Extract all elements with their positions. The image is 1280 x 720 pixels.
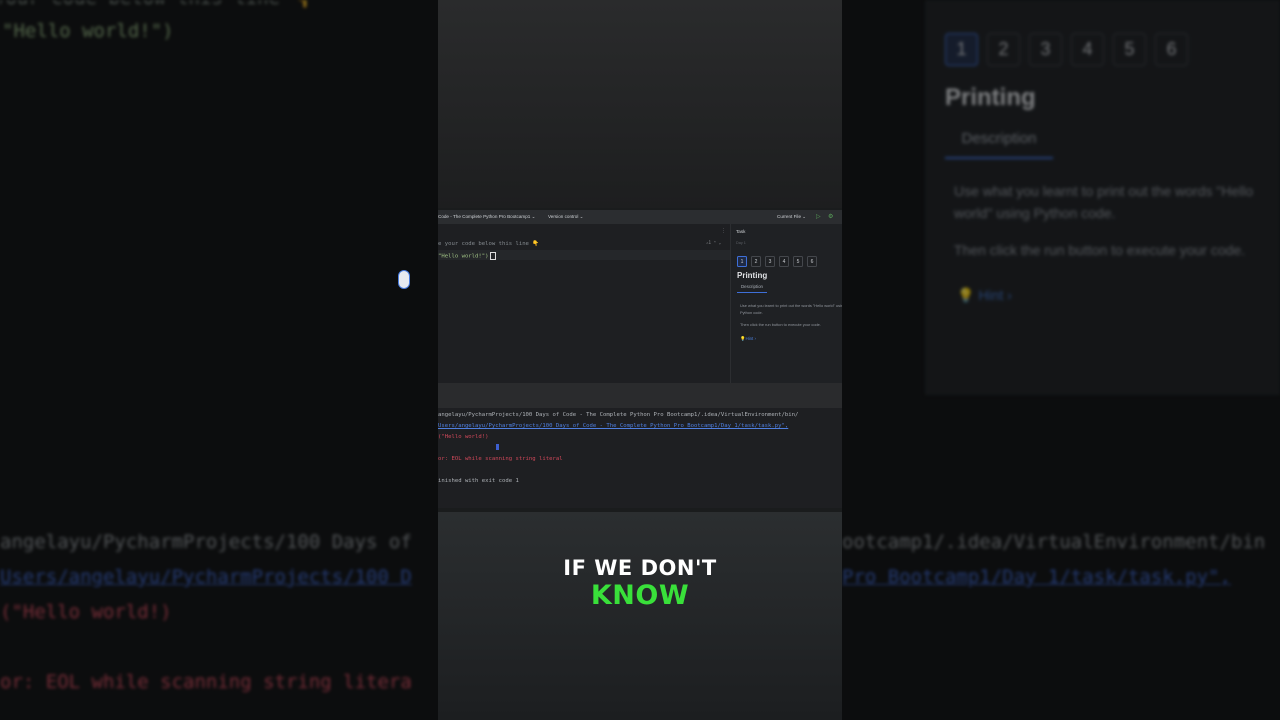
bg-description-p2: Then click the run button to execute you… <box>954 242 1246 258</box>
task-day-label: Day 1 <box>736 241 746 245</box>
task-tabs: 1 2 3 4 5 6 <box>737 256 817 267</box>
bg-task-tab-2: 2 <box>987 33 1020 66</box>
version-control-menu[interactable]: Version control ⌄ <box>548 214 584 220</box>
bg-task-title: Printing <box>945 84 1036 111</box>
bg-task-tab-5: 5 <box>1113 33 1146 66</box>
ide-window: Code - The Complete Python Pro Bootcamp1… <box>438 210 842 508</box>
text-cursor <box>489 252 496 260</box>
video-column: Code - The Complete Python Pro Bootcamp1… <box>438 0 842 720</box>
bg-terminal-line: or: EOL while scanning string litera <box>0 671 412 693</box>
task-panel: Task Day 1 1 2 3 4 5 6 Printing Descript… <box>730 224 842 383</box>
code-text: "Hello world!") <box>438 253 489 260</box>
project-selector[interactable]: Code - The Complete Python Pro Bootcamp1… <box>438 214 535 220</box>
task-tab-2[interactable]: 2 <box>751 256 761 267</box>
bg-hint: 💡 Hint › <box>957 287 1012 303</box>
caret-marker <box>496 444 499 450</box>
bg-terminal-line: angelayu/PycharmProjects/100 Days of <box>0 531 412 553</box>
bg-task-tab-1: 1 <box>945 33 978 66</box>
editor-code-line: "Hello world!") <box>438 252 496 260</box>
code-editor[interactable]: ⋮ e your code below this line 👇 ⚠1 ⌃ ⌄ "… <box>438 224 730 383</box>
task-tab-4[interactable]: 4 <box>779 256 789 267</box>
assistant-bubble-icon[interactable] <box>398 270 410 289</box>
task-tab-6[interactable]: 6 <box>807 256 817 267</box>
bg-terminal-line: Pro Bootcamp1/Day 1/task/task.py", <box>842 566 1231 588</box>
panel-divider <box>438 383 842 408</box>
bg-task-tab-4: 4 <box>1071 33 1104 66</box>
bg-task-tabs: 1 2 3 4 5 6 <box>945 33 1188 66</box>
bg-code-line: "Hello world!") <box>2 20 174 42</box>
task-tab-1[interactable]: 1 <box>737 256 747 267</box>
console-error: or: EOL while scanning string literal <box>438 456 563 462</box>
console-file-link[interactable]: Users/angelayu/PycharmProjects/100 Days … <box>438 423 788 429</box>
bg-code-text: "Hello world!") <box>2 20 174 42</box>
run-config-selector[interactable]: Current File ⌄ <box>777 214 806 220</box>
task-tab-5[interactable]: 5 <box>793 256 803 267</box>
bg-terminal-line: ("Hello world!) <box>0 601 172 623</box>
task-description-p1: Use what you learnt to print out the wor… <box>740 303 842 315</box>
more-icon[interactable]: ⋮ <box>721 228 726 234</box>
ide-toolbar: Code - The Complete Python Pro Bootcamp1… <box>438 210 842 224</box>
caption-line-2: KNOW <box>590 580 690 611</box>
console-line: ("Hello world!) <box>438 434 489 440</box>
run-icon[interactable]: ▷ <box>816 213 821 220</box>
bg-task-tab-6: 6 <box>1155 33 1188 66</box>
hint-link[interactable]: 💡Hint › <box>740 336 756 342</box>
bg-task-tab-3: 3 <box>1029 33 1062 66</box>
bg-description-p1: Use what you learnt to print out the wor… <box>954 183 1254 221</box>
console-exit: inished with exit code 1 <box>438 478 519 484</box>
task-description-p2: Then click the run button to execute you… <box>740 322 821 327</box>
task-tab-3[interactable]: 3 <box>765 256 775 267</box>
column-bottom-blank <box>438 512 842 720</box>
task-title: Printing <box>737 271 768 280</box>
console-line: angelayu/PycharmProjects/100 Days of Cod… <box>438 412 799 418</box>
editor-comment: e your code below this line 👇 <box>438 241 540 247</box>
task-panel-header: Task <box>736 229 746 234</box>
bg-description-tab: Description <box>945 130 1053 159</box>
bg-terminal-right: ootcamp1/.idea/VirtualEnvironment/bin Pr… <box>842 525 1265 595</box>
bg-code-comment: your code below this line 👇 <box>0 0 315 9</box>
warning-indicator[interactable]: ⚠1 ⌃ ⌄ <box>706 240 721 245</box>
tab-description[interactable]: Description <box>737 284 767 293</box>
bg-terminal-left: angelayu/PycharmProjects/100 Days of Use… <box>0 525 412 700</box>
run-console[interactable]: angelayu/PycharmProjects/100 Days of Cod… <box>438 408 842 508</box>
bg-terminal-line: Users/angelayu/PycharmProjects/100 D <box>0 566 412 588</box>
bg-terminal-line: ootcamp1/.idea/VirtualEnvironment/bin <box>842 531 1266 553</box>
subtitle-caption: IF WE DON'T KNOW <box>438 555 842 609</box>
debug-icon[interactable]: ⚙ <box>828 213 833 220</box>
column-top-blank <box>438 0 842 208</box>
caption-line-1: IF WE DON'T <box>563 556 717 580</box>
